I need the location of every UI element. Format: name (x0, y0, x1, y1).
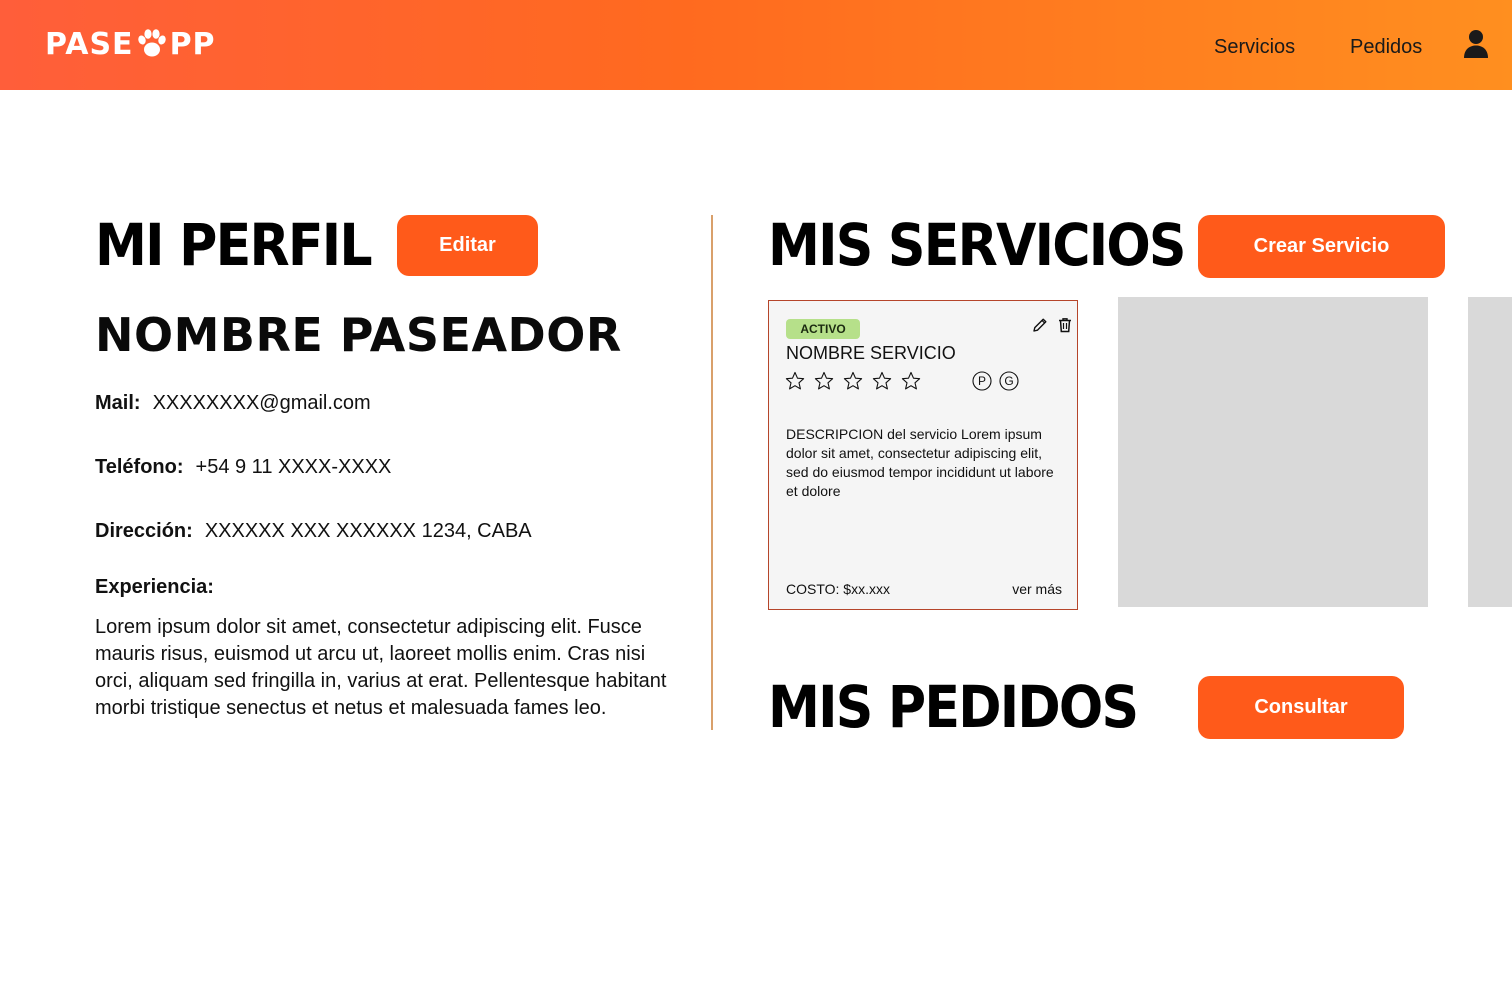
parking-badge-icon: P (972, 371, 992, 391)
g-badge-icon: G (999, 371, 1019, 391)
status-badge: ACTIVO (786, 319, 860, 339)
walker-name: NOMBRE PASEADOR (95, 308, 622, 362)
nav-pedidos[interactable]: Pedidos (1350, 36, 1422, 59)
address-field: Dirección: XXXXXX XXX XXXXXX 1234, CABA (95, 520, 532, 543)
star-icon[interactable] (843, 371, 863, 391)
trash-icon[interactable] (1056, 316, 1074, 334)
paw-icon (137, 29, 166, 57)
star-icon[interactable] (785, 371, 805, 391)
address-value: XXXXXX XXX XXXXXX 1234, CABA (204, 520, 532, 542)
service-name: NOMBRE SERVICIO (786, 343, 956, 363)
user-icon[interactable] (1462, 28, 1490, 60)
star-icon[interactable] (901, 371, 921, 391)
section-divider (711, 215, 713, 730)
create-service-button[interactable]: Crear Servicio (1198, 215, 1445, 278)
star-icon[interactable] (872, 371, 892, 391)
star-icon[interactable] (814, 371, 834, 391)
mail-value: XXXXXXXX@gmail.com (152, 392, 371, 414)
phone-value: +54 9 11 XXXX-XXXX (195, 456, 392, 478)
mail-label: Mail: (95, 392, 141, 414)
nav-servicios[interactable]: Servicios (1214, 36, 1295, 59)
orders-title: MIS PEDIDOS (768, 673, 1139, 741)
badge-p-text: P (978, 374, 986, 388)
service-card-placeholder[interactable] (1468, 297, 1512, 607)
service-description: DESCRIPCION del servicio Lorem ipsum dol… (786, 426, 1054, 499)
app-logo[interactable]: PASE PP (45, 26, 216, 62)
profile-title: MI PERFIL (95, 211, 373, 279)
mail-field: Mail: XXXXXXXX@gmail.com (95, 392, 371, 415)
consult-orders-button[interactable]: Consultar (1198, 676, 1404, 739)
edit-pencil-icon[interactable] (1031, 316, 1049, 334)
address-label: Dirección: (95, 520, 193, 542)
service-cost: COSTO: $xx.xxx (786, 581, 890, 597)
logo-text-left: PASE (45, 26, 134, 62)
edit-profile-button[interactable]: Editar (397, 215, 538, 276)
service-card-placeholder[interactable] (1118, 297, 1428, 607)
phone-label: Teléfono: (95, 456, 184, 478)
rating-stars[interactable] (785, 371, 921, 391)
top-header: PASE PP Servicios Pedidos (0, 0, 1512, 90)
service-card[interactable]: ACTIVO NOMBRE SERVICIO P G DESCRIPCION d… (768, 300, 1078, 610)
see-more-link[interactable]: ver más (1012, 581, 1062, 597)
badge-g-text: G (1004, 374, 1013, 388)
experience-label: Experiencia: (95, 576, 214, 598)
services-title: MIS SERVICIOS (768, 211, 1187, 279)
phone-field: Teléfono: +54 9 11 XXXX-XXXX (95, 456, 391, 479)
experience-text: Lorem ipsum dolor sit amet, consectetur … (95, 616, 667, 719)
logo-text-right: PP (169, 26, 216, 62)
